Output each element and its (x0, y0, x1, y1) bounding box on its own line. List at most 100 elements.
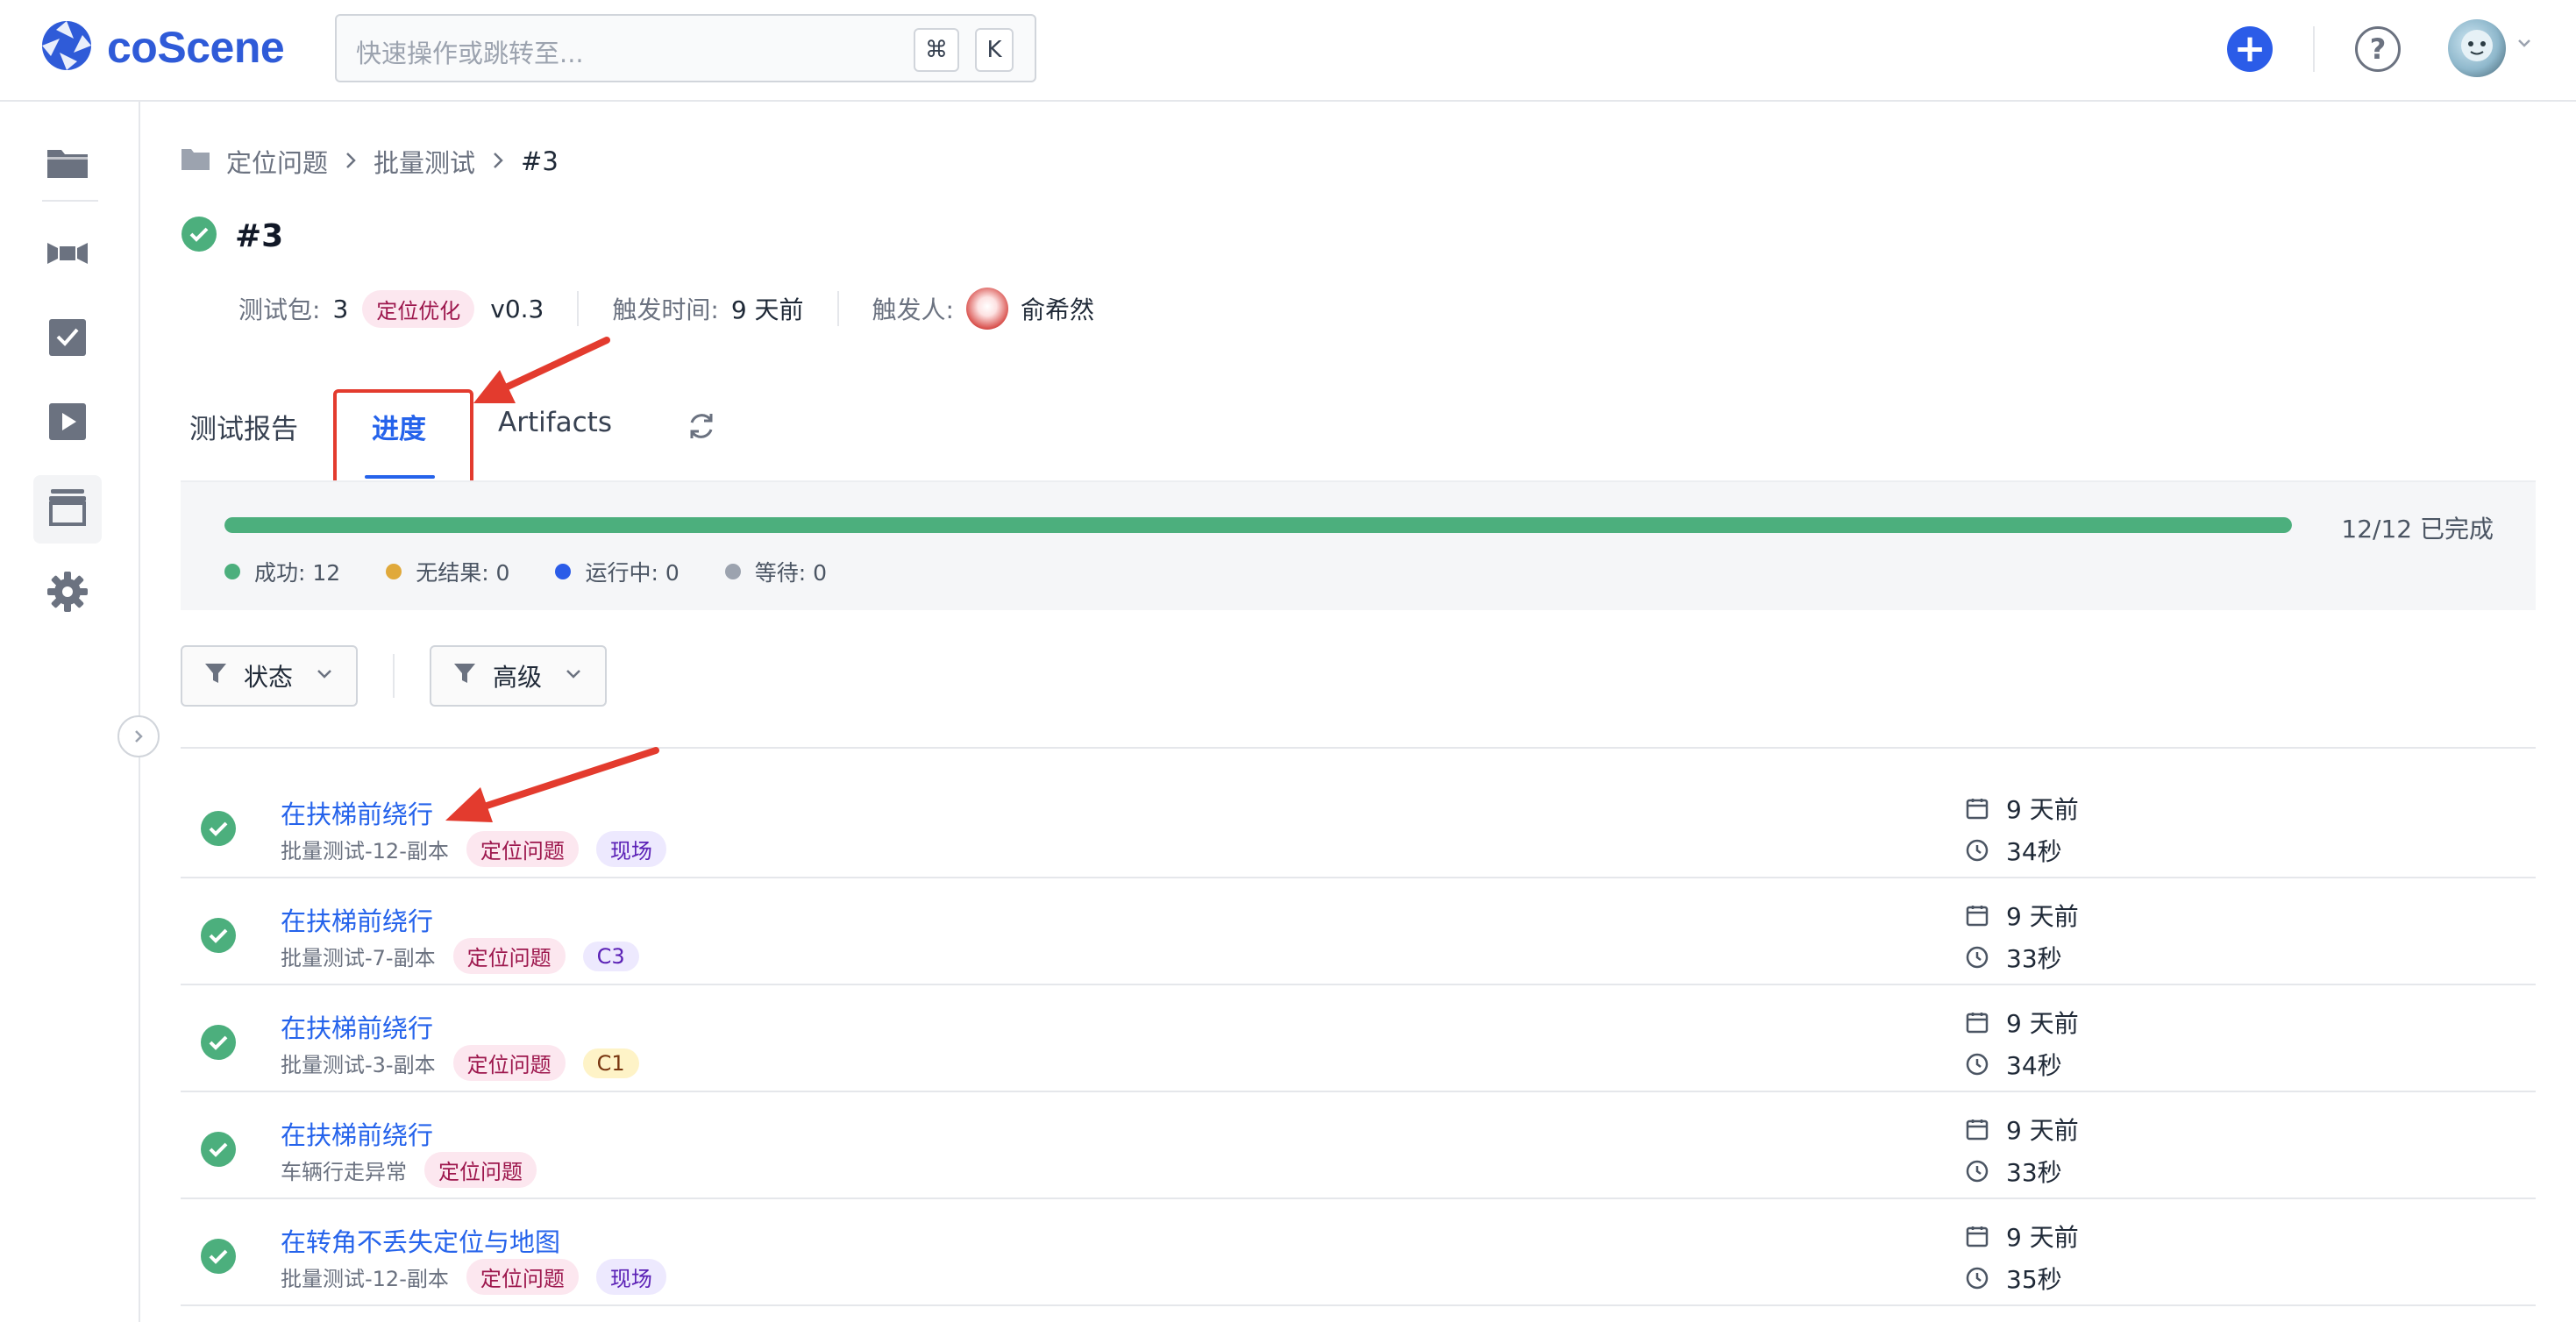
row-duration: 34秒 (1966, 833, 2062, 868)
filter-divider (393, 654, 395, 698)
success-check-icon (181, 216, 217, 256)
row-subtitle: 批量测试-12-副本 定位问题 现场 (281, 831, 666, 867)
left-sidebar (0, 102, 140, 1322)
row-duration: 33秒 (1966, 1154, 2062, 1189)
coscene-logo-icon (39, 18, 95, 77)
row-time: 9 天前 (1966, 1005, 2079, 1040)
breadcrumb-item-project[interactable]: 定位问题 (226, 143, 328, 180)
row-duration: 35秒 (1966, 1261, 2062, 1296)
advanced-filter-button[interactable]: 高级 (430, 645, 608, 707)
list-item: 在扶梯前绕行 批量测试-12-副本 定位问题 现场 9 天前 34秒 (181, 771, 2536, 878)
tag-chip: 定位问题 (424, 1152, 537, 1188)
filter-icon (452, 661, 477, 692)
filter-icon (203, 661, 228, 692)
row-duration: 34秒 (1966, 1047, 2062, 1082)
row-time: 9 天前 (1966, 1112, 2079, 1147)
tag-chip: 现场 (595, 831, 666, 867)
test-case-title-link[interactable]: 在扶梯前绕行 (281, 901, 433, 938)
tag-chip: 定位问题 (466, 831, 579, 867)
progress-bar (224, 517, 2292, 533)
trigger-time-label: 触发时间: (612, 295, 719, 324)
sidebar-item-tasks[interactable] (33, 305, 102, 373)
clock-icon (1966, 1267, 1989, 1290)
play-icon (46, 400, 89, 447)
success-check-icon (200, 1024, 237, 1064)
page-title: #3 (235, 217, 284, 254)
clock-icon (1966, 1160, 1989, 1183)
row-duration-text: 33秒 (2006, 1158, 2062, 1187)
command-search-input[interactable]: 快速操作或跳转至... ⌘ K (335, 14, 1036, 82)
sidebar-item-settings[interactable] (33, 559, 102, 628)
calendar-icon (1966, 1226, 1989, 1247)
breadcrumb-item-current: #3 (521, 146, 559, 176)
list-item: 在扶梯前绕行 批量测试-7-副本 定位问题 C3 9 天前 33秒 (181, 878, 2536, 985)
row-time-text: 9 天前 (2006, 1223, 2079, 1252)
row-time-text: 9 天前 (2006, 1116, 2079, 1145)
calendar-icon (1966, 799, 1989, 820)
search-placeholder: 快速操作或跳转至... (356, 39, 584, 68)
tag-chip: C3 (582, 941, 639, 971)
status-filter-button[interactable]: 状态 (181, 645, 359, 707)
sidebar-expand-button[interactable] (117, 715, 160, 757)
progress-panel: 12/12 已完成 成功: 12 无结果: 0 运行中: 0 等待: 0 (181, 480, 2536, 610)
meta-divider (836, 291, 839, 326)
chevron-down-icon[interactable] (2515, 33, 2534, 53)
list-item: 在扶梯前绕行 批量测试-3-副本 定位问题 C1 9 天前 34秒 (181, 985, 2536, 1092)
trigger-user-label: 触发人: (872, 295, 954, 324)
refresh-icon[interactable] (684, 409, 719, 444)
test-case-title-link[interactable]: 在转角不丢失定位与地图 (281, 1222, 560, 1259)
legend-dot (224, 564, 240, 579)
row-time: 9 天前 (1966, 898, 2079, 933)
trigger-user-avatar (965, 288, 1008, 330)
row-subtitle: 批量测试-7-副本 定位问题 C3 (281, 938, 639, 974)
user-avatar[interactable] (2448, 19, 2506, 77)
legend-label: 运行中: 0 (585, 560, 680, 586)
gear-icon (46, 570, 89, 617)
app-logo[interactable]: coScene (39, 18, 285, 77)
trigger-user-name[interactable]: 俞希然 (1021, 291, 1094, 326)
sidebar-item-test-suite[interactable] (33, 475, 102, 544)
k-key-hint: K (975, 28, 1014, 72)
row-time-text: 9 天前 (2006, 795, 2079, 824)
film-icon (46, 236, 89, 274)
header-divider (2313, 26, 2315, 72)
add-button[interactable]: + (2227, 26, 2273, 72)
tab-artifacts[interactable]: Artifacts (498, 407, 612, 438)
success-check-icon (200, 810, 237, 850)
clock-icon (1966, 1053, 1989, 1076)
test-case-title-link[interactable]: 在扶梯前绕行 (281, 1115, 433, 1152)
sidebar-item-viz[interactable] (33, 221, 102, 289)
success-check-icon (200, 1131, 237, 1171)
package-label: 测试包: (238, 295, 321, 324)
test-case-source: 批量测试-12-副本 (281, 839, 449, 864)
package-tag: 定位优化 (362, 289, 475, 328)
trigger-time-value: 9 天前 (730, 295, 804, 324)
filter-bar: 状态 高级 (181, 645, 608, 707)
sidebar-item-files[interactable] (33, 130, 102, 198)
title-row: #3 (181, 216, 283, 256)
tag-chip: 定位问题 (452, 1045, 566, 1081)
legend-label: 等待: 0 (754, 560, 828, 586)
breadcrumb-item-batch[interactable]: 批量测试 (374, 143, 475, 180)
tag-chip: 定位问题 (452, 938, 566, 974)
package-version: v0.3 (490, 294, 544, 323)
legend-dot (386, 564, 402, 579)
sidebar-divider (42, 200, 98, 202)
sidebar-item-replay[interactable] (33, 389, 102, 458)
legend-no-result: 无结果: 0 (386, 556, 509, 587)
status-filter-label: 状态 (244, 663, 294, 692)
row-duration-text: 34秒 (2006, 1051, 2062, 1080)
test-case-title-link[interactable]: 在扶梯前绕行 (281, 794, 433, 831)
meta-row: 测试包: 3 定位优化 v0.3 触发时间: 9 天前 触发人: 俞希然 (238, 286, 1094, 331)
help-button[interactable]: ? (2355, 26, 2401, 72)
plus-icon: + (2233, 26, 2266, 71)
calendar-icon (1966, 1119, 1989, 1141)
row-time: 9 天前 (1966, 1219, 2079, 1254)
test-case-title-link[interactable]: 在扶梯前绕行 (281, 1008, 433, 1045)
tab-test-report[interactable]: 测试报告 (189, 407, 298, 446)
row-time-text: 9 天前 (2006, 1009, 2079, 1038)
tag-chip: 定位问题 (466, 1259, 579, 1295)
row-duration-text: 35秒 (2006, 1265, 2062, 1294)
advanced-filter-label: 高级 (493, 663, 543, 692)
test-case-source: 车辆行走异常 (281, 1160, 407, 1184)
